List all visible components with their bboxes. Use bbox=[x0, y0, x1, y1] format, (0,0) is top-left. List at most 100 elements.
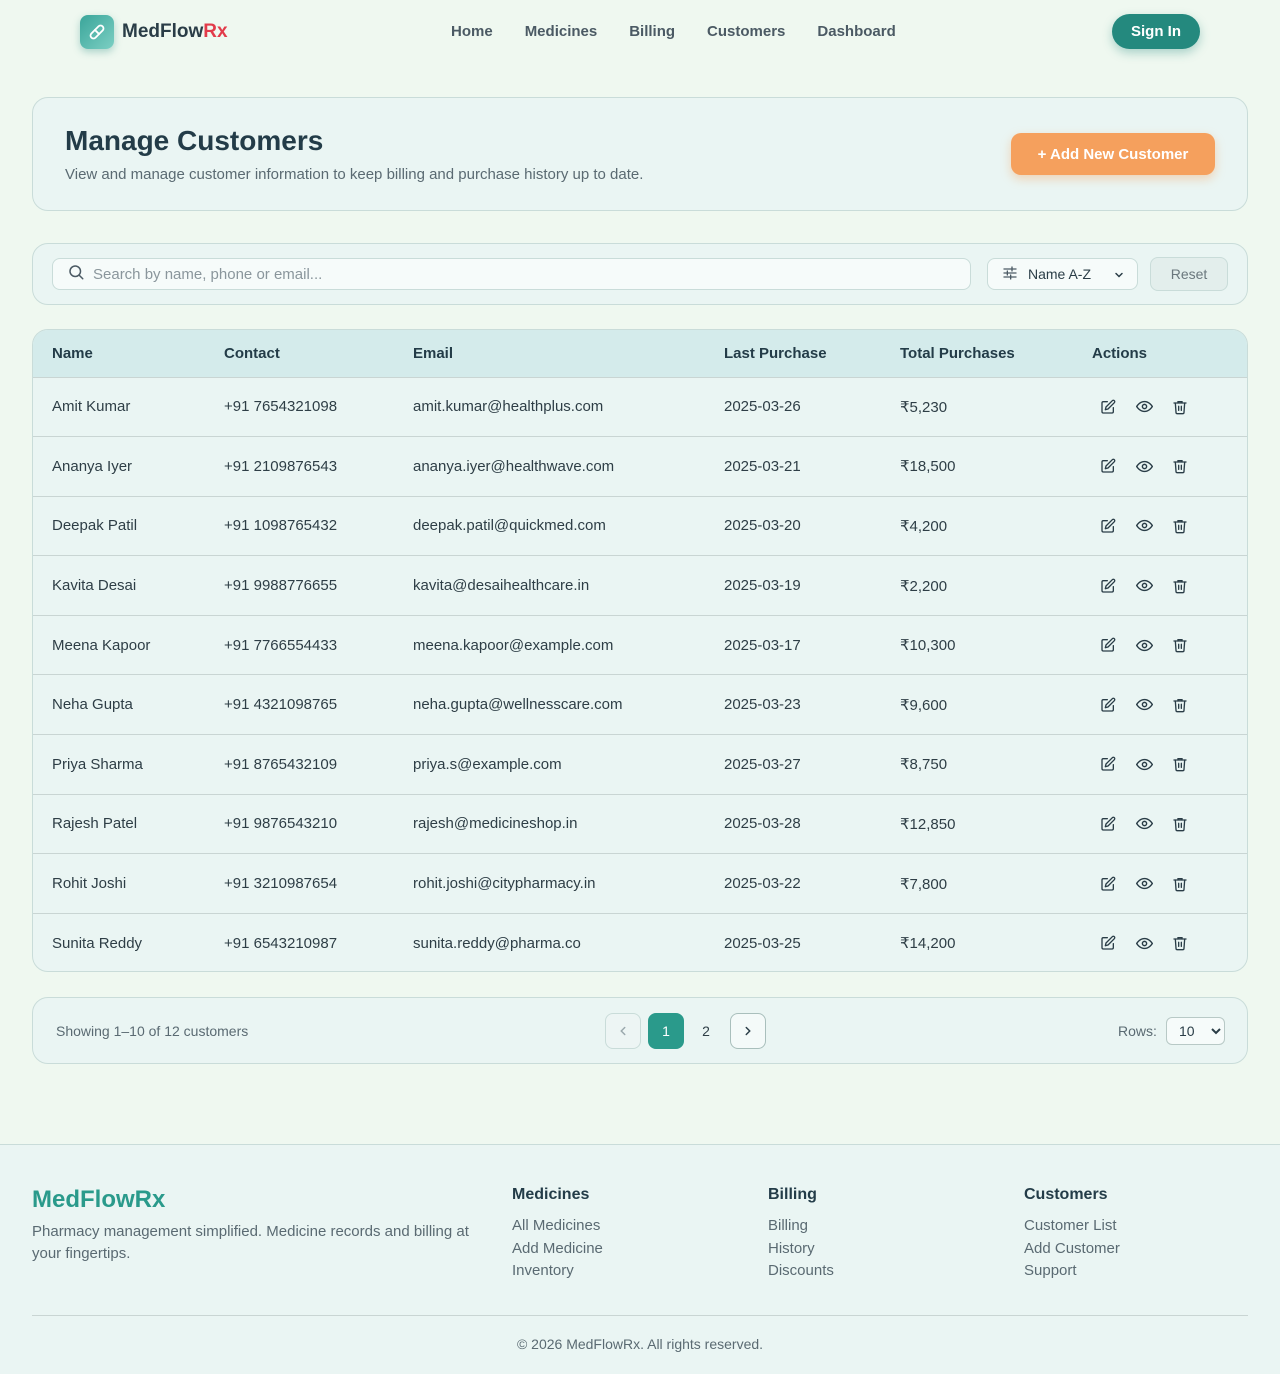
delete-button[interactable] bbox=[1170, 397, 1190, 417]
cell-email: deepak.patil@quickmed.com bbox=[413, 517, 606, 535]
edit-button[interactable] bbox=[1098, 695, 1118, 715]
edit-icon bbox=[1101, 578, 1116, 593]
table-row[interactable]: Deepak Patil +91 1098765432 deepak.patil@q… bbox=[33, 496, 1247, 556]
cell-contact: +91 9988776655 bbox=[224, 577, 338, 595]
main-nav: Home Medicines Billing Customers Dashboa… bbox=[451, 23, 896, 40]
table-row[interactable]: Amit Kumar +91 7654321098 amit.kumar@healt… bbox=[33, 377, 1247, 437]
nav-billing[interactable]: Billing bbox=[629, 23, 675, 40]
table-row[interactable]: Meena Kapoor +91 7766554433 meena.kapoor@e… bbox=[33, 615, 1247, 675]
cell-email: kavita@desaihealthcare.in bbox=[413, 577, 590, 595]
edit-button[interactable] bbox=[1098, 576, 1118, 596]
edit-button[interactable] bbox=[1098, 814, 1118, 834]
view-button[interactable] bbox=[1134, 695, 1154, 715]
search-input[interactable] bbox=[93, 265, 953, 283]
view-button[interactable] bbox=[1134, 933, 1154, 953]
eye-icon bbox=[1135, 758, 1153, 771]
reset-button[interactable]: Reset bbox=[1150, 257, 1228, 291]
footer-link[interactable]: Discounts bbox=[768, 1260, 834, 1283]
edit-button[interactable] bbox=[1098, 933, 1118, 953]
table-row[interactable]: Priya Sharma +91 8765432109 priya.s@exampl… bbox=[33, 734, 1247, 795]
edit-icon bbox=[1101, 876, 1116, 891]
edit-button[interactable] bbox=[1098, 754, 1118, 774]
footer-column-title: Billing bbox=[768, 1186, 817, 1203]
trash-icon bbox=[1173, 937, 1187, 951]
rows-per-page-select[interactable]: 10 bbox=[1166, 1017, 1225, 1045]
delete-button[interactable] bbox=[1170, 576, 1190, 596]
view-button[interactable] bbox=[1134, 754, 1154, 774]
view-button[interactable] bbox=[1134, 874, 1154, 894]
sort-dropdown[interactable]: Name A-Z bbox=[987, 258, 1138, 290]
nav-customers[interactable]: Customers bbox=[707, 23, 785, 40]
footer-link[interactable]: Support bbox=[1024, 1260, 1120, 1283]
cell-last-purchase: 2025-03-20 bbox=[724, 517, 801, 535]
brand-logo[interactable]: MedFlowRx bbox=[80, 15, 228, 49]
edit-icon bbox=[1101, 816, 1116, 831]
delete-button[interactable] bbox=[1170, 933, 1190, 953]
table-row[interactable]: Ananya Iyer +91 2109876543 ananya.iyer@hea… bbox=[33, 436, 1247, 497]
add-customer-button[interactable]: + Add New Customer bbox=[1011, 133, 1215, 175]
cell-name: Ananya Iyer bbox=[52, 457, 133, 475]
table-row[interactable]: Neha Gupta +91 4321098765 neha.gupta@welln… bbox=[33, 674, 1247, 735]
table-row[interactable]: Rajesh Patel +91 9876543210 rajesh@medicin… bbox=[33, 794, 1247, 854]
column-header-last-purchase[interactable]: Last Purchase bbox=[724, 330, 900, 377]
footer-brand: MedFlowRx bbox=[32, 1186, 166, 1213]
delete-button[interactable] bbox=[1170, 695, 1190, 715]
column-header-email[interactable]: Email bbox=[413, 330, 724, 377]
page-button-1[interactable]: 1 bbox=[648, 1013, 684, 1049]
trash-icon bbox=[1173, 639, 1187, 653]
edit-button[interactable] bbox=[1098, 635, 1118, 655]
column-header-total-purchases[interactable]: Total Purchases bbox=[900, 330, 1092, 377]
column-header-contact[interactable]: Contact bbox=[224, 330, 413, 377]
cell-last-purchase: 2025-03-19 bbox=[724, 577, 801, 595]
eye-icon bbox=[1135, 877, 1153, 890]
footer-link[interactable]: Add Medicine bbox=[512, 1238, 603, 1261]
delete-button[interactable] bbox=[1170, 874, 1190, 894]
nav-medicines[interactable]: Medicines bbox=[525, 23, 598, 40]
cell-contact: +91 7654321098 bbox=[224, 398, 338, 416]
search-icon bbox=[67, 263, 85, 286]
search-box[interactable] bbox=[52, 258, 971, 290]
sign-in-button[interactable]: Sign In bbox=[1112, 14, 1200, 49]
footer-link[interactable]: Billing bbox=[768, 1215, 834, 1238]
delete-button[interactable] bbox=[1170, 516, 1190, 536]
footer-link[interactable]: Inventory bbox=[512, 1260, 603, 1283]
footer-link[interactable]: All Medicines bbox=[512, 1215, 603, 1238]
delete-button[interactable] bbox=[1170, 814, 1190, 834]
edit-icon bbox=[1101, 756, 1116, 772]
table-row[interactable]: Rohit Joshi +91 3210987654 rohit.joshi@cit… bbox=[33, 853, 1247, 914]
table-row[interactable]: Sunita Reddy +91 6543210987 sunita.reddy@p… bbox=[33, 913, 1247, 971]
page-button-2[interactable]: 2 bbox=[688, 1013, 724, 1049]
footer-link[interactable]: Customer List bbox=[1024, 1215, 1120, 1238]
cell-actions bbox=[1092, 615, 1247, 675]
cell-contact: +91 2109876543 bbox=[224, 457, 338, 475]
view-button[interactable] bbox=[1134, 576, 1154, 596]
view-button[interactable] bbox=[1134, 456, 1154, 476]
delete-button[interactable] bbox=[1170, 456, 1190, 476]
view-button[interactable] bbox=[1134, 516, 1154, 536]
cell-contact: +91 3210987654 bbox=[224, 875, 338, 893]
delete-button[interactable] bbox=[1170, 754, 1190, 774]
filter-bar: Name A-Z Reset bbox=[32, 243, 1248, 305]
delete-button[interactable] bbox=[1170, 635, 1190, 655]
prev-page-button[interactable] bbox=[605, 1013, 641, 1049]
view-button[interactable] bbox=[1134, 814, 1154, 834]
edit-button[interactable] bbox=[1098, 874, 1118, 894]
footer-column-title: Customers bbox=[1024, 1186, 1108, 1203]
view-button[interactable] bbox=[1134, 635, 1154, 655]
cell-last-purchase: 2025-03-28 bbox=[724, 815, 801, 833]
nav-home[interactable]: Home bbox=[451, 23, 493, 40]
footer-link[interactable]: Add Customer bbox=[1024, 1238, 1120, 1261]
edit-button[interactable] bbox=[1098, 397, 1118, 417]
nav-dashboard[interactable]: Dashboard bbox=[817, 23, 895, 40]
edit-button[interactable] bbox=[1098, 516, 1118, 536]
view-button[interactable] bbox=[1134, 397, 1154, 417]
next-page-button[interactable] bbox=[730, 1013, 766, 1049]
cell-name: Neha Gupta bbox=[52, 696, 133, 714]
cell-last-purchase: 2025-03-22 bbox=[724, 875, 801, 893]
column-header-name[interactable]: Name bbox=[33, 330, 224, 377]
edit-button[interactable] bbox=[1098, 456, 1118, 476]
eye-icon bbox=[1135, 460, 1153, 473]
table-row[interactable]: Kavita Desai +91 9988776655 kavita@desaihe… bbox=[33, 555, 1247, 616]
footer-link[interactable]: History bbox=[768, 1238, 834, 1261]
footer-column-billing: Billing Billing History Discounts bbox=[768, 1186, 834, 1283]
